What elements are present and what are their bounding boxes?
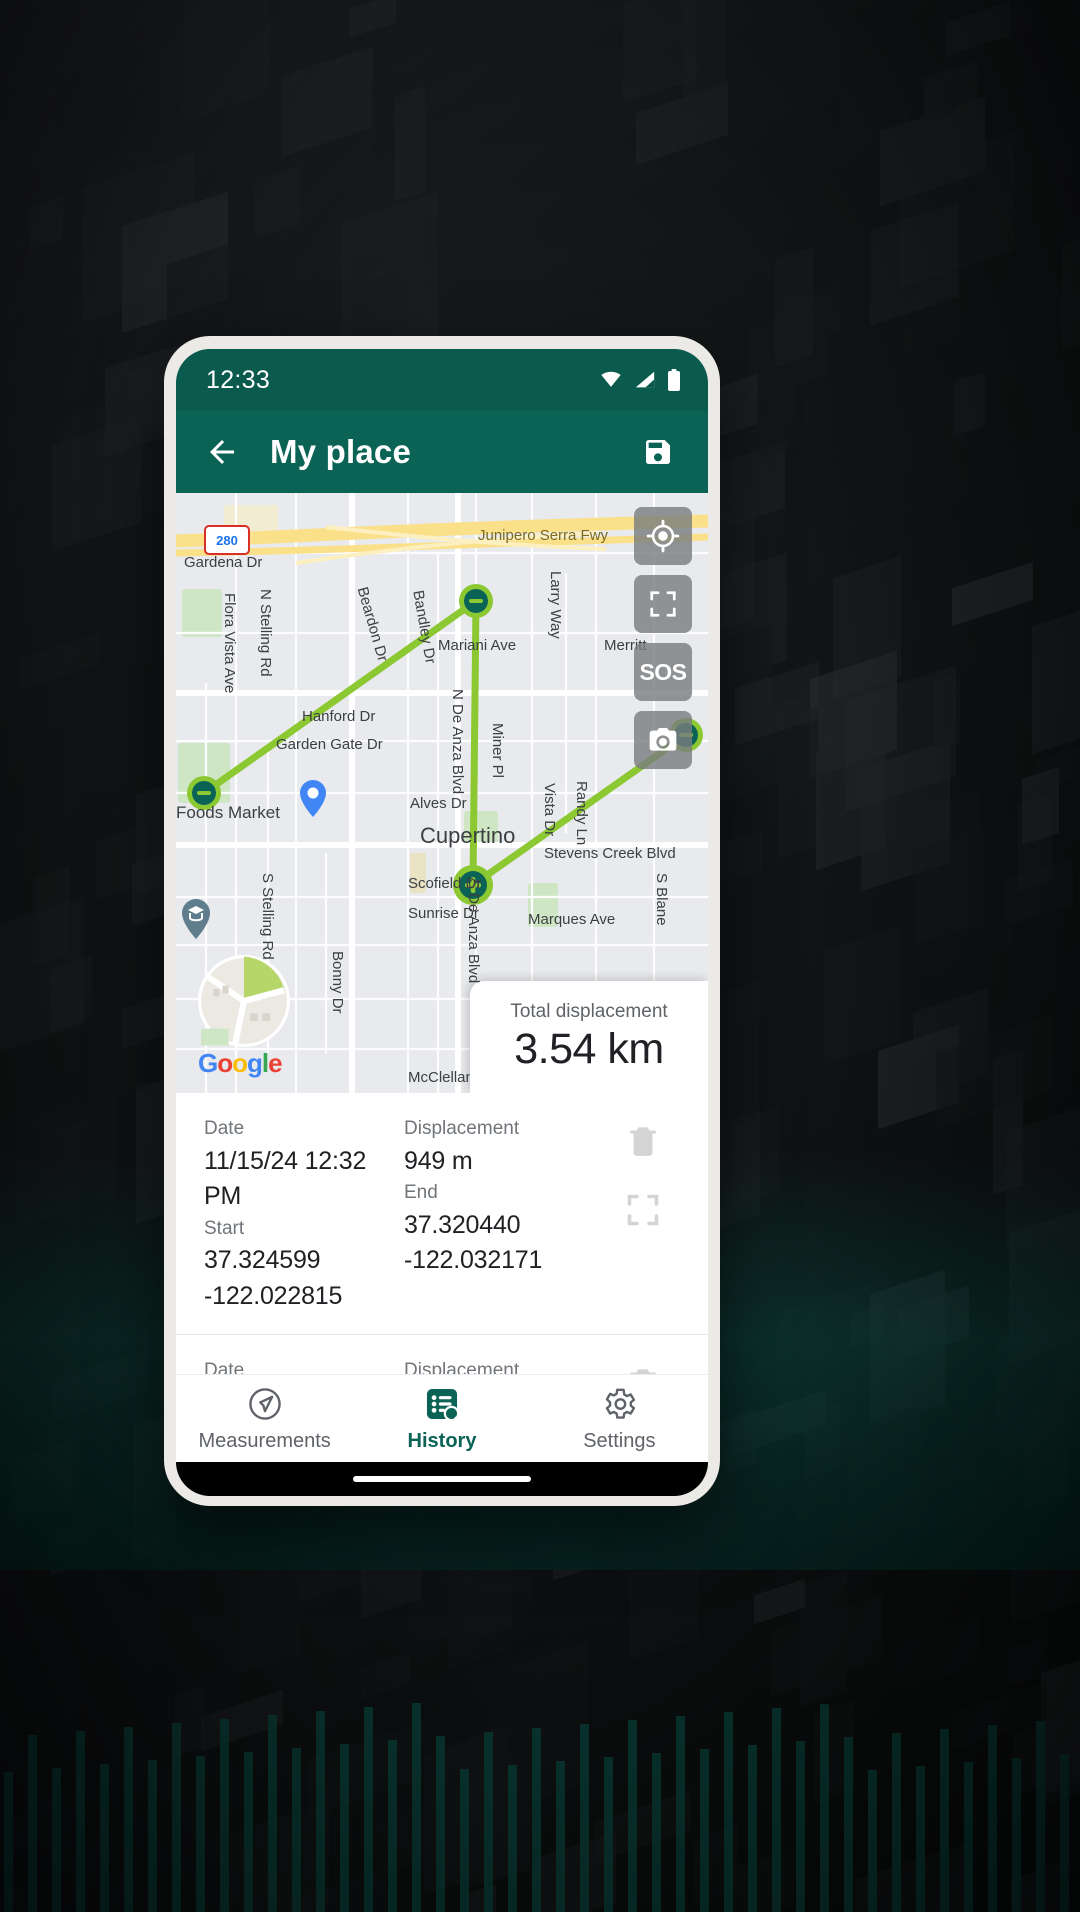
tab-measurements-label: Measurements: [198, 1429, 331, 1452]
wifi-icon: [601, 371, 621, 387]
save-icon: [646, 440, 670, 464]
total-displacement-value: 3.54 km: [514, 1024, 664, 1073]
crosshair-icon: [646, 519, 680, 553]
map-label-foods-market: Foods Market: [176, 803, 280, 822]
map-label-randy-ln: Randy Ln: [573, 781, 590, 846]
total-displacement-card: Total displacement 3.54 km: [470, 981, 708, 1093]
table-row[interactable]: Date 11/15/24 12:32 PM Start 37.324599 -…: [176, 1093, 708, 1335]
date-label: Date: [204, 1118, 245, 1139]
expand-row-button[interactable]: [625, 1192, 661, 1233]
displacement-label: Displacement: [404, 1360, 520, 1374]
map-inset-thumbnail[interactable]: [198, 955, 290, 1047]
fullscreen-button[interactable]: [634, 575, 692, 633]
tab-measurements[interactable]: Measurements: [176, 1385, 353, 1453]
map-label-s-blane: S Blane: [653, 873, 670, 926]
expand-icon: [650, 591, 676, 617]
date-label: Date: [204, 1360, 245, 1374]
start-latitude: 37.324599: [204, 1246, 321, 1274]
bottom-navigation: Measurements History Settings: [176, 1374, 708, 1462]
date-value: 11/15/24 12:32 PM: [204, 1146, 367, 1211]
delete-button[interactable]: [624, 1363, 662, 1374]
gear-icon: [606, 1388, 636, 1419]
phone-screen: 12:33 My place 280 Junipero Serra Fwy Ga…: [176, 349, 708, 1496]
history-row-actions: [604, 1115, 682, 1233]
back-arrow-icon: [210, 440, 234, 464]
displacement-value: 949 m: [404, 1146, 473, 1175]
map-label-mariani-ave: Mariani Ave: [438, 637, 517, 654]
gesture-bar-area: [176, 1462, 708, 1496]
map-label-garden-gate-dr: Garden Gate Dr: [276, 736, 383, 753]
start-longitude: -122.022815: [204, 1281, 343, 1310]
history-row-actions: [604, 1357, 682, 1374]
tab-settings[interactable]: Settings: [531, 1385, 708, 1453]
status-bar-time: 12:33: [206, 365, 271, 394]
expand-icon: [627, 1194, 659, 1226]
displacement-label: Displacement: [404, 1118, 520, 1139]
map-label-flora-vista-ave: Flora Vista Ave: [221, 593, 238, 694]
end-longitude: -122.032171: [404, 1246, 543, 1274]
map-label-n-de-anza-blvd: N De Anza Blvd: [449, 689, 466, 795]
app-bar: My place: [176, 411, 708, 493]
map-label-vista-dr: Vista Dr: [541, 783, 558, 837]
trash-icon: [630, 1127, 656, 1156]
history-row-left: Date 11/15/24 12:32 PM Start 37.325071 -…: [204, 1357, 394, 1374]
gesture-bar[interactable]: [353, 1476, 531, 1482]
camera-button[interactable]: [634, 711, 692, 769]
map-label-miner-pl: Miner Pl: [489, 723, 506, 779]
end-latitude: 37.320440: [404, 1210, 521, 1239]
tab-settings-label: Settings: [583, 1429, 656, 1452]
map-label-hanford-dr: Hanford Dr: [302, 708, 376, 725]
back-button[interactable]: [196, 426, 248, 478]
map-label-stevens-creek-blvd: Stevens Creek Blvd: [544, 845, 676, 862]
map-view[interactable]: 280 Junipero Serra Fwy Gardena Dr Flora …: [176, 493, 708, 1093]
save-button[interactable]: [632, 426, 684, 478]
history-list: Date 11/15/24 12:32 PM Start 37.324599 -…: [176, 1093, 708, 1374]
navigation-compass-icon: [248, 1387, 281, 1420]
map-label-n-stelling-rd: N Stelling Rd: [257, 589, 274, 677]
map-label-s-de-anza-blvd: S De Anza Blvd: [465, 879, 482, 984]
status-bar: 12:33: [176, 349, 708, 411]
start-label: Start: [204, 1217, 245, 1239]
google-logo: Google: [198, 1048, 283, 1078]
history-list-icon: [426, 1388, 461, 1423]
camera-icon: [649, 728, 677, 751]
history-row-right: Displacement 949 m End 37.320440 -122.03…: [404, 1115, 594, 1279]
history-row-left: Date 11/15/24 12:32 PM Start 37.324599 -…: [204, 1115, 394, 1314]
end-label: End: [404, 1182, 438, 1203]
map-label-bonny-dr: Bonny Dr: [329, 951, 346, 1014]
my-location-button[interactable]: [634, 507, 692, 565]
map-label-larry-way: Larry Way: [547, 571, 564, 639]
phone-frame: 12:33 My place 280 Junipero Serra Fwy Ga…: [164, 336, 720, 1506]
status-bar-icons: [598, 368, 682, 392]
map-label-gardena-dr: Gardena Dr: [184, 554, 263, 571]
total-displacement-label: Total displacement: [510, 1000, 668, 1022]
map-label-cupertino: Cupertino: [420, 823, 516, 848]
history-row-right: Displacement 1.38 km End 37.331351 -122.…: [404, 1357, 594, 1374]
map-label-junipero-serra-fwy: Junipero Serra Fwy: [478, 527, 609, 544]
page-title: My place: [270, 433, 411, 470]
trash-icon: [630, 1369, 656, 1374]
signal-icon: [635, 371, 655, 388]
sos-button[interactable]: SOS: [634, 643, 692, 701]
table-row[interactable]: Date 11/15/24 12:32 PM Start 37.325071 -…: [176, 1335, 708, 1374]
delete-button[interactable]: [624, 1121, 662, 1164]
highway-shield-280: 280: [204, 525, 250, 555]
sos-icon: SOS: [639, 658, 687, 685]
battery-icon: [668, 369, 680, 391]
tab-history-label: History: [407, 1429, 477, 1452]
map-label-alves-dr: Alves Dr: [410, 795, 467, 812]
map-label-marques-ave: Marques Ave: [528, 911, 616, 928]
tab-history[interactable]: History: [353, 1385, 530, 1453]
map-label-s-stelling-rd: S Stelling Rd: [259, 873, 276, 960]
